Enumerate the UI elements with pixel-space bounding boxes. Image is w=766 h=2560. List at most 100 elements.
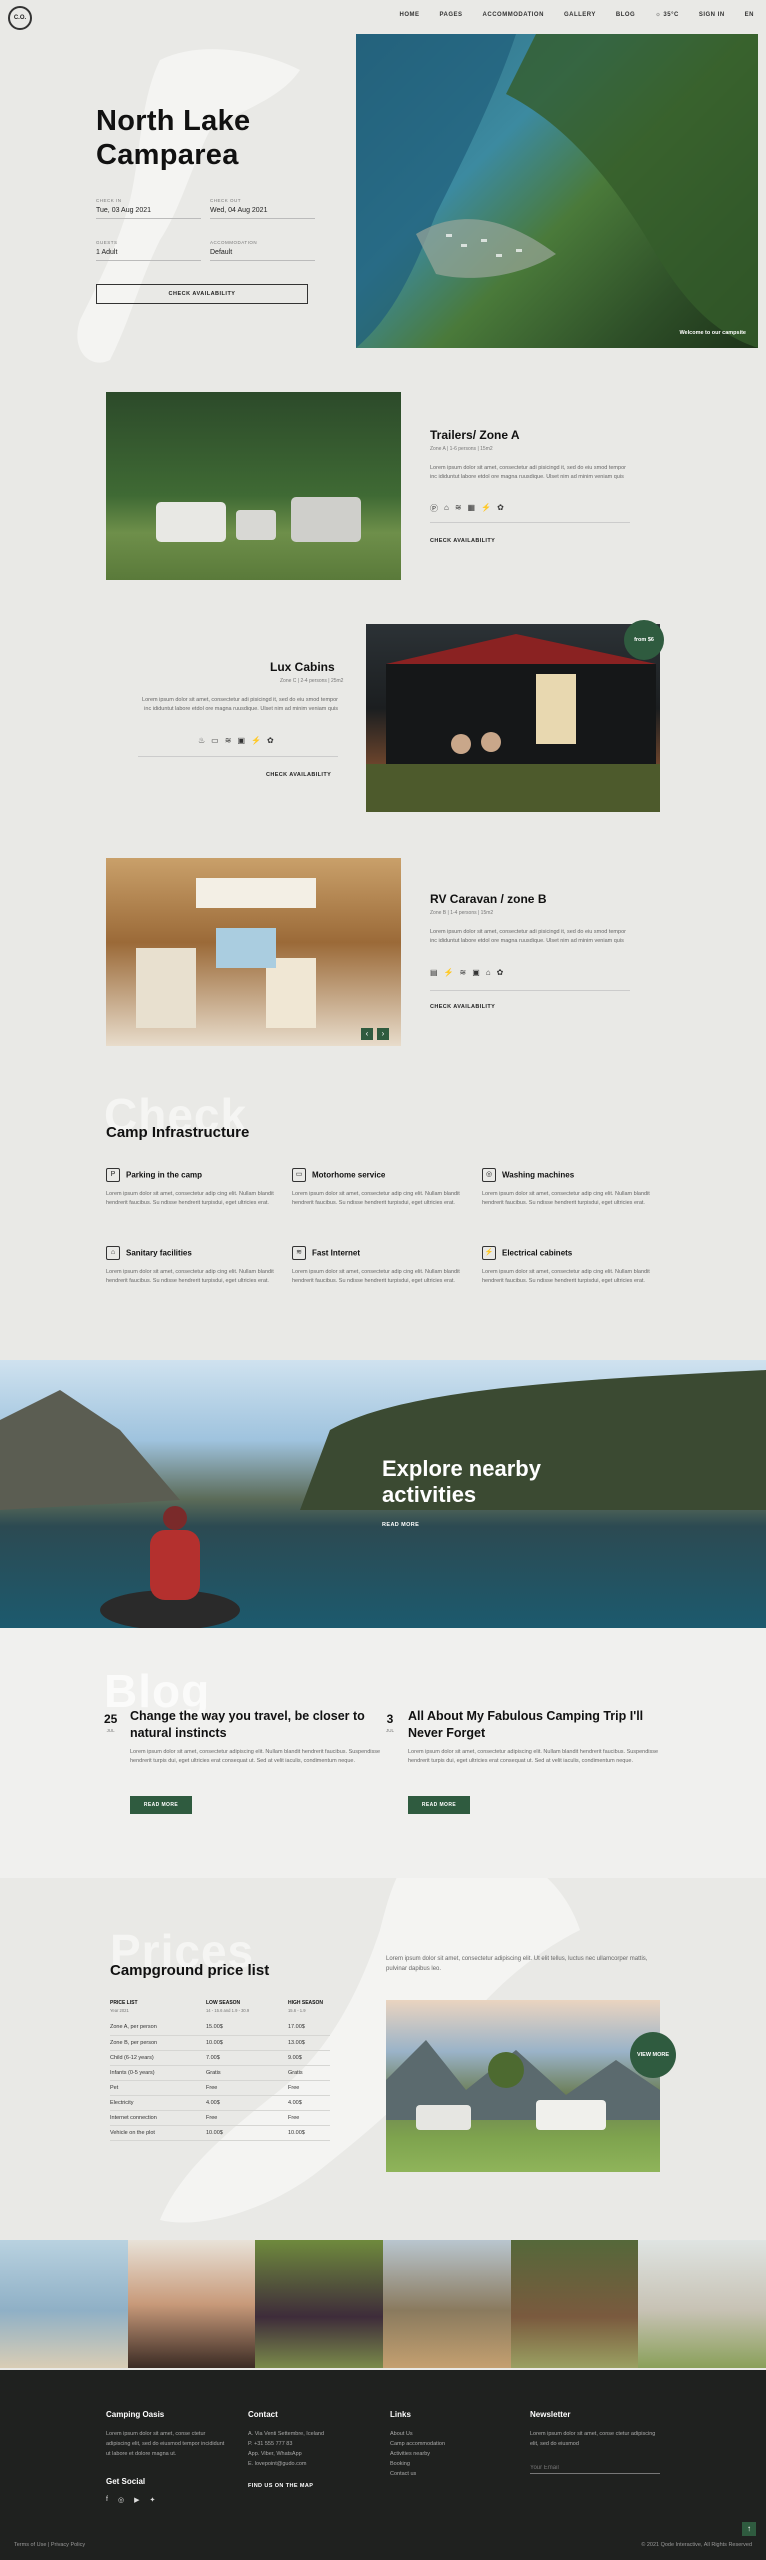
shower-icon: ⌂ [485, 968, 491, 977]
room-description: Lorem ipsum dolor sit amet, consectetur … [430, 465, 626, 480]
footer-heading: Links [390, 2410, 411, 2419]
footer-legal-links[interactable]: Terms of Use | Privacy Policy [14, 2542, 85, 2548]
room-cta-trailers[interactable]: CHECK AVAILABILITY [430, 538, 495, 544]
infra-item-desc: Lorem ipsum dolor sit amet, consectetur … [292, 1269, 460, 1284]
accommodation-select[interactable]: ACCOMMODATION Default [210, 240, 315, 261]
footer-link[interactable]: Booking [390, 2459, 500, 2469]
nav-home[interactable]: HOME [399, 12, 419, 18]
guests-select[interactable]: GUESTS 1 Adult [96, 240, 201, 261]
nav-accommodation[interactable]: ACCOMMODATION [483, 12, 544, 18]
nav-sign-in[interactable]: SIGN IN [699, 12, 725, 18]
newsletter-email-input[interactable] [530, 2463, 660, 2474]
cabins-photo [366, 624, 660, 812]
guests-value[interactable]: 1 Adult [96, 249, 201, 261]
kitchen-icon: ▦ [467, 503, 476, 512]
explore-read-more[interactable]: READ MORE [382, 1522, 419, 1528]
trailers-photo [106, 392, 401, 580]
room-cta-cabins[interactable]: CHECK AVAILABILITY [266, 772, 331, 778]
hero-photo-caption: Welcome to our campsite [679, 330, 746, 336]
room-cta-caravan[interactable]: CHECK AVAILABILITY [430, 1004, 495, 1010]
next-arrow-icon[interactable]: › [377, 1028, 389, 1040]
gallery-image-cyclists[interactable] [510, 2240, 639, 2368]
footer-contact: Contact A. Via Venti Settembre, Iceland … [248, 2410, 368, 2489]
wifi-icon: ≋ [224, 736, 232, 745]
instagram-icon[interactable]: ◎ [118, 2496, 124, 2504]
parking-icon: Ⓟ [430, 504, 438, 513]
gallery-strip [0, 2240, 766, 2368]
contact-email[interactable]: E. lovepoint@gudo.com [248, 2459, 368, 2469]
divider [430, 522, 630, 523]
footer-link[interactable]: About Us [390, 2429, 500, 2439]
infra-item-desc: Lorem ipsum dolor sit amet, consectetur … [106, 1269, 274, 1284]
footer-heading: Contact [248, 2410, 278, 2419]
room-title-cabins[interactable]: Lux Cabins [270, 660, 335, 674]
room-description: Lorem ipsum dolor sit amet, consectetur … [430, 929, 626, 944]
infra-item-motorhome: ▭ Motorhome service Lorem ipsum dolor sit … [292, 1166, 472, 1208]
blog-read-more-button[interactable]: READ MORE [130, 1796, 192, 1814]
checkin-value[interactable]: Tue, 03 Aug 2021 [96, 207, 201, 219]
blog-post-title[interactable]: Change the way you travel, be closer to … [130, 1708, 385, 1742]
footer-link[interactable]: Activities nearby [390, 2449, 500, 2459]
room-subtitle: Zone B | 1-4 persons | 15m2 [430, 910, 494, 916]
checkin-field[interactable]: CHECK IN Tue, 03 Aug 2021 [96, 198, 201, 219]
nav-blog[interactable]: BLOG [616, 12, 635, 18]
hero-title-line-1: North Lake [96, 105, 251, 137]
price-item: Pet [110, 2080, 206, 2096]
footer-link[interactable]: Contact us [390, 2469, 500, 2479]
room-title-caravan[interactable]: RV Caravan / zone B [430, 892, 546, 906]
price-value: 9.00$ [288, 2050, 330, 2066]
price-intro: Lorem ipsum dolor sit amet, consectetur … [386, 1956, 648, 1972]
gallery-image-horse[interactable] [383, 2240, 511, 2368]
price-item: Zone B, per person [110, 2035, 206, 2051]
plug-icon: ⚡ [251, 736, 261, 745]
language-switch[interactable]: EN [745, 12, 754, 18]
pet-icon: ✿ [497, 503, 504, 512]
plug-icon: ⚡ [482, 1245, 496, 1260]
nav-pages[interactable]: PAGES [439, 12, 462, 18]
checkout-field[interactable]: CHECK OUT Wed, 04 Aug 2021 [210, 198, 315, 219]
infra-item-parking: P Parking in the camp Lorem ipsum dolor si… [106, 1166, 286, 1208]
price-value: 13.00$ [288, 2035, 330, 2051]
price-row: Electricity 4.00$ 4.00$ [110, 2095, 330, 2111]
price-table: PRICE LIST Year 2021 LOW SEASON 14 - 15.6 … [110, 1998, 330, 2141]
facebook-icon[interactable]: f [106, 2496, 108, 2504]
wifi-icon: ≋ [459, 968, 467, 977]
accommodation-value[interactable]: Default [210, 249, 315, 261]
scroll-to-top-icon[interactable]: ↑ [742, 2522, 756, 2536]
contact-phone[interactable]: P. +31 555 777 83 [248, 2439, 368, 2449]
voltage-icon: ⚡ [443, 968, 454, 977]
price-row: Internet connection Free Free [110, 2110, 330, 2126]
nav-gallery[interactable]: GALLERY [564, 12, 596, 18]
explore-title-line-2: activities [382, 1482, 477, 1507]
shower-icon: ⌂ [444, 503, 449, 512]
price-row: Pet Free Free [110, 2080, 330, 2096]
hero-title-line-2: Camparea [96, 139, 239, 171]
find-us-on-map-link[interactable]: FIND US ON THE MAP [248, 2483, 368, 2489]
gallery-image-grapes[interactable] [255, 2240, 384, 2368]
gallery-image-watermelon[interactable] [127, 2240, 256, 2368]
shower-icon: ⌂ [106, 1245, 120, 1260]
twitter-icon[interactable]: ✦ [149, 2496, 155, 2504]
price-col-header: HIGH SEASON 15.6 - 1.9 [288, 2000, 324, 2013]
check-availability-button[interactable]: CHECK AVAILABILITY [96, 284, 308, 304]
gallery-image-surfers[interactable] [0, 2240, 128, 2368]
blog-post-title[interactable]: All About My Fabulous Camping Trip I'll … [408, 1708, 663, 1742]
bed-icon: ▭ [211, 736, 219, 745]
size-icon: ▤ [430, 968, 438, 977]
prev-arrow-icon[interactable]: ‹ [361, 1028, 373, 1040]
price-value: 10.00$ [288, 2125, 330, 2141]
footer-link[interactable]: Camp accommodation [390, 2439, 500, 2449]
price-badge[interactable]: from $6 [624, 620, 664, 660]
explore-title: Explore nearby activities [382, 1456, 541, 1508]
weather-widget: ☼ 35°C [655, 12, 679, 18]
price-row: Child (6-12 years) 7.00$ 9.00$ [110, 2050, 330, 2066]
price-value: Free [206, 2080, 288, 2096]
youtube-icon[interactable]: ▶ [134, 2496, 139, 2504]
checkin-label: CHECK IN [96, 198, 122, 203]
gallery-image-caravan[interactable] [638, 2240, 766, 2368]
price-value: Gratis [288, 2065, 330, 2081]
blog-read-more-button[interactable]: READ MORE [408, 1796, 470, 1814]
checkout-value[interactable]: Wed, 04 Aug 2021 [210, 207, 315, 219]
view-more-badge[interactable]: VIEW MORE [630, 2032, 676, 2078]
room-title-trailers[interactable]: Trailers/ Zone A [430, 428, 520, 442]
